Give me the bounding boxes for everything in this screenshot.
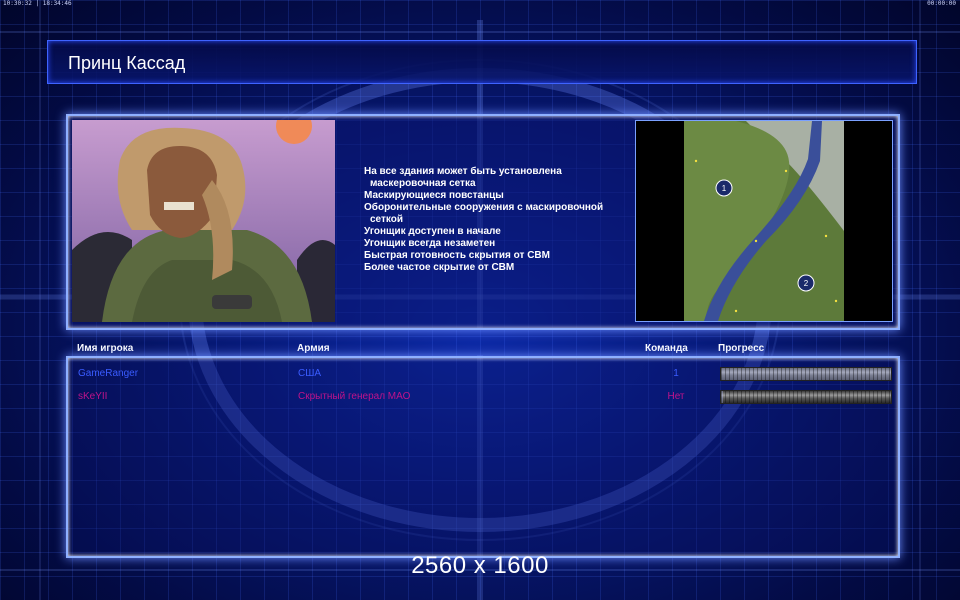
loading-progress-bar bbox=[720, 390, 892, 404]
feature-line: Угонщик всегда незаметен bbox=[364, 238, 496, 249]
title-bar: Принц Кассад bbox=[47, 40, 917, 84]
resolution-watermark: 2560 x 1600 bbox=[411, 552, 549, 579]
general-portrait bbox=[72, 120, 335, 322]
players-table: GameRanger США 1 sKeYII Скрытный генерал… bbox=[66, 356, 900, 558]
column-header-player: Имя игрока bbox=[77, 343, 134, 354]
player-team: 1 bbox=[673, 368, 679, 379]
general-features-list: На все здания может быть установлена мас… bbox=[364, 166, 634, 274]
table-row: GameRanger США 1 bbox=[68, 364, 898, 384]
column-header-progress: Прогресс bbox=[718, 343, 765, 354]
player-name: sKeYII bbox=[78, 391, 108, 402]
column-header-army: Армия bbox=[297, 343, 330, 354]
loading-progress-bar bbox=[720, 367, 892, 381]
start-position-1: 1 bbox=[722, 184, 727, 193]
general-info-panel: На все здания может быть установлена мас… bbox=[66, 114, 900, 330]
table-row: sKeYII Скрытный генерал МАО Нет bbox=[68, 387, 898, 407]
status-clock-left: 10:30:32 | 18:34:46 bbox=[3, 0, 72, 7]
player-team: Нет bbox=[667, 391, 685, 402]
map-preview[interactable]: 1 2 bbox=[635, 120, 893, 322]
feature-line: маскеровочная сетка bbox=[370, 178, 476, 189]
status-clock-right: 00:00:00 bbox=[927, 0, 956, 7]
feature-line: Более частое скрытие от СВМ bbox=[364, 262, 515, 273]
feature-line: Быстрая готовность скрытия от СВМ bbox=[364, 250, 550, 261]
column-header-team: Команда bbox=[645, 343, 688, 354]
screen-title: Принц Кассад bbox=[68, 53, 186, 73]
feature-line: сеткой bbox=[370, 214, 404, 225]
start-position-2: 2 bbox=[804, 279, 809, 288]
feature-line: Маскирующиеся повстанцы bbox=[364, 190, 504, 201]
player-name: GameRanger bbox=[78, 368, 139, 379]
progress-fill bbox=[721, 391, 723, 403]
player-army: Скрытный генерал МАО bbox=[298, 391, 411, 402]
feature-line: Оборонительные сооружения с маскировочно… bbox=[364, 202, 604, 213]
progress-fill bbox=[721, 368, 891, 380]
feature-line: На все здания может быть установлена bbox=[364, 166, 562, 177]
player-army: США bbox=[298, 368, 322, 379]
feature-line: Угонщик доступен в начале bbox=[364, 226, 501, 237]
